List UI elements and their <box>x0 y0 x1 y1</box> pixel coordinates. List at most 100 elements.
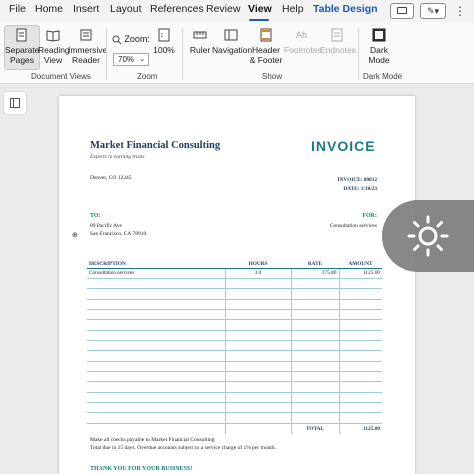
dark-mode-button[interactable]: Dark Mode <box>364 28 394 65</box>
menu-help[interactable]: Help <box>282 3 304 15</box>
cell-amount[interactable]: 1125.00 <box>338 268 382 279</box>
empty-cell[interactable] <box>224 412 291 424</box>
more-options-icon[interactable]: ⋮ <box>454 4 466 18</box>
empty-cell[interactable] <box>224 340 291 352</box>
table-row[interactable] <box>87 340 382 352</box>
empty-cell[interactable] <box>338 371 382 383</box>
empty-cell[interactable] <box>338 330 382 341</box>
empty-cell[interactable] <box>224 330 291 341</box>
header-footer-button[interactable]: Header & Footer <box>249 28 283 65</box>
empty-cell[interactable] <box>87 309 225 321</box>
table-row[interactable] <box>87 381 382 393</box>
table-move-handle-icon[interactable]: ⊕ <box>72 231 78 239</box>
editing-mode-button[interactable]: ✎▾ <box>420 3 446 19</box>
empty-cell[interactable] <box>224 361 291 372</box>
empty-cell[interactable] <box>224 371 291 383</box>
empty-cell[interactable] <box>290 392 339 403</box>
menu-table-design[interactable]: Table Design <box>313 3 378 15</box>
menu-layout[interactable]: Layout <box>110 3 142 15</box>
table-row[interactable] <box>87 392 382 403</box>
empty-cell[interactable] <box>290 350 339 362</box>
table-row[interactable] <box>87 278 382 290</box>
empty-cell[interactable] <box>87 330 225 341</box>
empty-cell[interactable] <box>87 288 225 300</box>
empty-cell[interactable] <box>290 340 339 352</box>
zoom-button[interactable]: Zoom: <box>112 34 152 45</box>
empty-cell[interactable] <box>290 288 339 300</box>
empty-cell[interactable] <box>338 350 382 362</box>
empty-cell[interactable] <box>338 381 382 393</box>
cell-hours[interactable]: 3.0 <box>224 268 291 279</box>
empty-cell[interactable] <box>338 288 382 300</box>
empty-cell[interactable] <box>87 340 225 352</box>
navigation-button[interactable]: Navigation <box>212 28 252 55</box>
empty-cell[interactable] <box>338 309 382 321</box>
empty-cell[interactable] <box>338 340 382 352</box>
table-row[interactable] <box>87 288 382 300</box>
empty-cell[interactable] <box>224 402 291 414</box>
empty-cell[interactable] <box>224 381 291 393</box>
separate-pages-button[interactable]: Separate Pages <box>5 28 40 65</box>
total-row[interactable]: TOTAL 1125.00 <box>87 422 382 434</box>
document-page[interactable]: Market Financial Consulting Experts in e… <box>59 96 415 474</box>
table-row[interactable] <box>87 299 382 310</box>
empty-cell[interactable] <box>87 402 225 414</box>
empty-cell[interactable] <box>338 361 382 372</box>
menu-file[interactable]: File <box>9 3 26 15</box>
empty-cell[interactable] <box>87 361 225 372</box>
empty-cell[interactable] <box>290 371 339 383</box>
empty-cell[interactable] <box>87 381 225 393</box>
empty-cell[interactable] <box>338 299 382 310</box>
table-row[interactable] <box>87 412 382 424</box>
empty-cell[interactable] <box>87 319 225 331</box>
table-row[interactable] <box>87 319 382 331</box>
empty-cell[interactable] <box>338 278 382 290</box>
empty-cell[interactable] <box>87 299 225 310</box>
footnotes-button[interactable]: Ab Footnotes <box>284 28 322 55</box>
reading-view-button[interactable]: Reading View <box>38 28 70 65</box>
menu-view[interactable]: View <box>248 3 272 15</box>
menu-home[interactable]: Home <box>35 3 63 15</box>
table-row[interactable] <box>87 361 382 372</box>
cell-description[interactable]: Consultation services <box>87 268 225 279</box>
table-row[interactable] <box>87 402 382 414</box>
empty-cell[interactable] <box>224 350 291 362</box>
menu-references[interactable]: References <box>150 3 204 15</box>
empty-cell[interactable] <box>338 402 382 414</box>
empty-cell[interactable] <box>87 371 225 383</box>
endnotes-button[interactable]: Endnotes <box>320 28 356 55</box>
empty-cell[interactable] <box>290 361 339 372</box>
empty-cell[interactable] <box>290 412 339 424</box>
empty-cell[interactable] <box>290 381 339 393</box>
empty-cell[interactable] <box>338 392 382 403</box>
empty-cell[interactable] <box>290 402 339 414</box>
total-value[interactable]: 1125.00 <box>338 422 382 434</box>
menu-review[interactable]: Review <box>206 3 240 15</box>
empty-cell[interactable] <box>224 288 291 300</box>
table-row[interactable] <box>87 350 382 362</box>
zoom-100-button[interactable]: 1 100% <box>152 28 176 55</box>
table-row[interactable] <box>87 309 382 321</box>
invoice-table[interactable]: DESCRIPTION HOURS RATE AMOUNT Consultati… <box>87 260 382 434</box>
empty-cell[interactable] <box>224 299 291 310</box>
empty-cell[interactable] <box>290 319 339 331</box>
cell-rate[interactable]: 375.00 <box>290 268 339 279</box>
empty-cell[interactable] <box>290 278 339 290</box>
table-row[interactable] <box>87 330 382 341</box>
table-row[interactable] <box>87 371 382 383</box>
table-row[interactable]: Consultation services 3.0 375.00 1125.00 <box>87 268 382 279</box>
comments-button[interactable] <box>390 3 414 19</box>
empty-cell[interactable] <box>87 412 225 424</box>
empty-cell[interactable] <box>290 309 339 321</box>
menu-insert[interactable]: Insert <box>73 3 99 15</box>
switch-page-color-button[interactable] <box>382 200 474 272</box>
empty-cell[interactable] <box>290 299 339 310</box>
immersive-reader-button[interactable]: Immersive Reader <box>68 28 107 65</box>
zoom-percent-select[interactable]: 70% ⌄ <box>113 53 149 66</box>
empty-cell[interactable] <box>87 350 225 362</box>
empty-cell[interactable] <box>224 392 291 403</box>
empty-cell[interactable] <box>290 330 339 341</box>
empty-cell[interactable] <box>87 278 225 290</box>
empty-cell[interactable] <box>87 392 225 403</box>
ruler-button[interactable]: Ruler <box>188 28 212 55</box>
